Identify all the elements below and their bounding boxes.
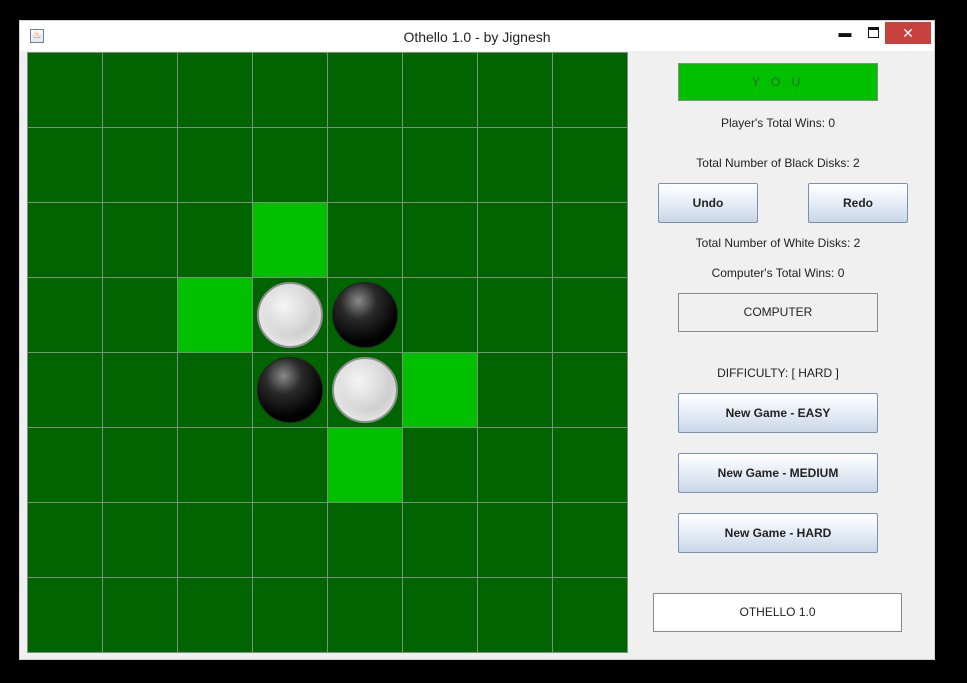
- white-disk: [257, 282, 323, 348]
- board-cell[interactable]: [478, 128, 552, 202]
- title-bar[interactable]: ♨ Othello 1.0 - by Jignesh ▬ ✕: [20, 21, 934, 51]
- new-game-medium-button[interactable]: New Game - MEDIUM: [678, 453, 878, 493]
- player-wins-label: Player's Total Wins: 0: [720, 116, 836, 130]
- board-cell[interactable]: [403, 503, 477, 577]
- board-cell[interactable]: [403, 203, 477, 277]
- board-cell-valid-move[interactable]: [403, 353, 477, 427]
- board-cell[interactable]: [103, 578, 177, 652]
- board-cell[interactable]: [103, 203, 177, 277]
- board-cell[interactable]: [178, 503, 252, 577]
- board-cell-valid-move[interactable]: [328, 428, 402, 502]
- board-cell[interactable]: [553, 128, 627, 202]
- board-cell[interactable]: [253, 278, 327, 352]
- board-cell[interactable]: [328, 578, 402, 652]
- board-cell-valid-move[interactable]: [178, 278, 252, 352]
- board-cell[interactable]: [28, 203, 102, 277]
- difficulty-label: DIFFICULTY: [ HARD ]: [717, 366, 839, 380]
- board-cell[interactable]: [553, 503, 627, 577]
- board-cell[interactable]: [178, 203, 252, 277]
- computer-turn-indicator: COMPUTER: [678, 293, 878, 332]
- board-cell[interactable]: [328, 128, 402, 202]
- board-cell[interactable]: [553, 53, 627, 127]
- app-window: ♨ Othello 1.0 - by Jignesh ▬ ✕ Y O U Pla…: [19, 20, 935, 660]
- white-disks-label: Total Number of White Disks: 2: [695, 236, 861, 250]
- maximize-icon: [867, 27, 879, 38]
- board-cell[interactable]: [28, 578, 102, 652]
- undo-button[interactable]: Undo: [658, 183, 758, 223]
- board-cell[interactable]: [553, 428, 627, 502]
- board-cell[interactable]: [328, 203, 402, 277]
- board-cell[interactable]: [478, 428, 552, 502]
- control-panel: Y O U Player's Total Wins: 0 Total Numbe…: [628, 52, 934, 655]
- board-cell[interactable]: [403, 53, 477, 127]
- black-disks-label: Total Number of Black Disks: 2: [696, 156, 860, 170]
- new-game-easy-button[interactable]: New Game - EASY: [678, 393, 878, 433]
- board-cell[interactable]: [103, 503, 177, 577]
- board-cell[interactable]: [28, 353, 102, 427]
- board-cell[interactable]: [403, 128, 477, 202]
- board-cell[interactable]: [478, 203, 552, 277]
- new-game-hard-button[interactable]: New Game - HARD: [678, 513, 878, 553]
- board-cell[interactable]: [178, 128, 252, 202]
- board-cell[interactable]: [478, 353, 552, 427]
- black-disk: [332, 282, 398, 348]
- board-cell[interactable]: [103, 53, 177, 127]
- board-cell[interactable]: [553, 578, 627, 652]
- redo-button[interactable]: Redo: [808, 183, 908, 223]
- board-cell[interactable]: [178, 53, 252, 127]
- board-cell[interactable]: [328, 503, 402, 577]
- board-cell[interactable]: [478, 53, 552, 127]
- board-cell[interactable]: [28, 53, 102, 127]
- board-cell[interactable]: [28, 428, 102, 502]
- close-button[interactable]: ✕: [885, 22, 931, 44]
- board-cell[interactable]: [178, 428, 252, 502]
- board-cell[interactable]: [403, 578, 477, 652]
- computer-wins-label: Computer's Total Wins: 0: [711, 266, 845, 280]
- board-cell[interactable]: [103, 128, 177, 202]
- board-cell[interactable]: [328, 53, 402, 127]
- minimize-icon: ▬: [838, 25, 852, 40]
- board-cell[interactable]: [178, 353, 252, 427]
- board-cell[interactable]: [103, 428, 177, 502]
- window-title: Othello 1.0 - by Jignesh: [403, 29, 551, 45]
- board-cell[interactable]: [553, 353, 627, 427]
- board-cell[interactable]: [253, 128, 327, 202]
- othello-board: [27, 52, 628, 653]
- board-cell-valid-move[interactable]: [253, 203, 327, 277]
- board-cell[interactable]: [253, 428, 327, 502]
- board-cell[interactable]: [478, 578, 552, 652]
- minimize-button[interactable]: ▬: [832, 23, 858, 45]
- board-cell[interactable]: [553, 203, 627, 277]
- board-cell[interactable]: [253, 503, 327, 577]
- board-cell[interactable]: [103, 278, 177, 352]
- white-disk: [332, 357, 398, 423]
- board-cell[interactable]: [103, 353, 177, 427]
- black-disk: [257, 357, 323, 423]
- board-cell[interactable]: [403, 278, 477, 352]
- board-cell[interactable]: [553, 278, 627, 352]
- board-cell[interactable]: [28, 503, 102, 577]
- board-cell[interactable]: [253, 353, 327, 427]
- board-cell[interactable]: [178, 578, 252, 652]
- close-icon: ✕: [902, 25, 914, 41]
- player-turn-indicator: Y O U: [678, 63, 878, 101]
- maximize-button[interactable]: [860, 23, 886, 45]
- board-cell[interactable]: [28, 278, 102, 352]
- board-cell[interactable]: [328, 353, 402, 427]
- version-label: OTHELLO 1.0: [653, 593, 902, 632]
- board-cell[interactable]: [28, 128, 102, 202]
- board-cell[interactable]: [478, 503, 552, 577]
- board-cell[interactable]: [328, 278, 402, 352]
- board-cell[interactable]: [478, 278, 552, 352]
- board-cell[interactable]: [253, 578, 327, 652]
- board-cell[interactable]: [253, 53, 327, 127]
- board-cell[interactable]: [403, 428, 477, 502]
